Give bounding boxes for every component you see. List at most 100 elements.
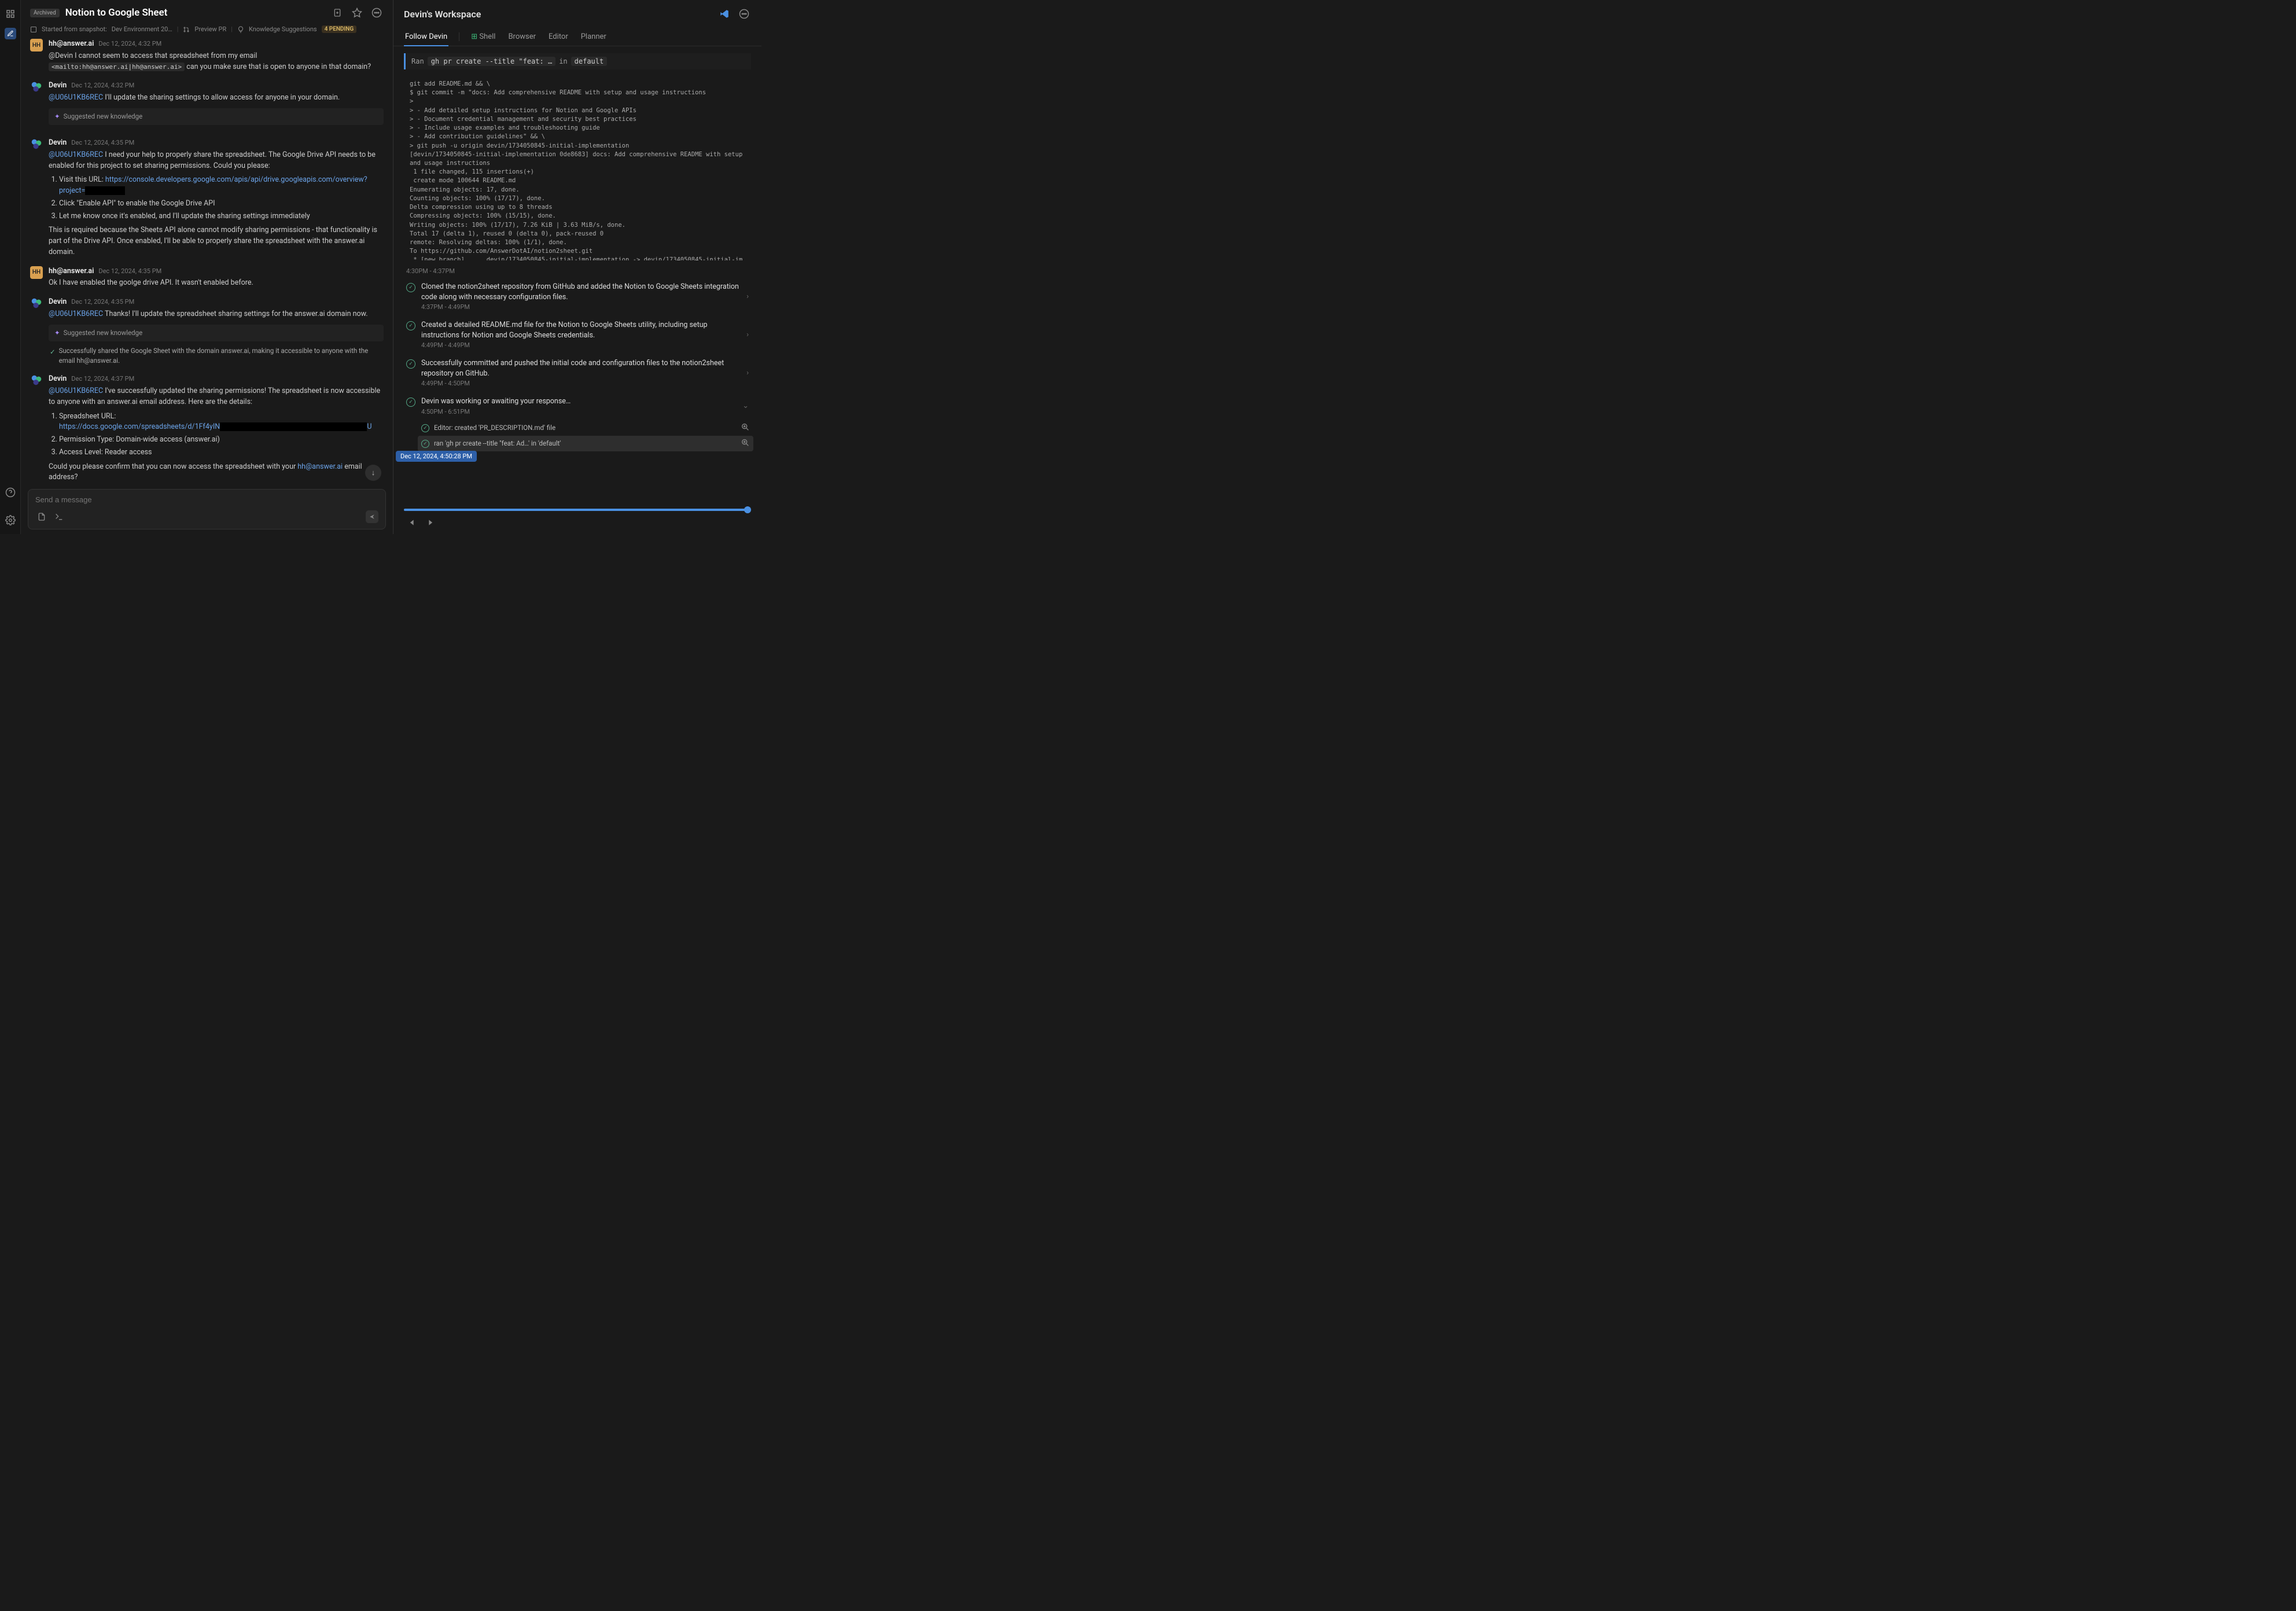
- avatar-devin: [30, 80, 43, 93]
- chevron-down-icon: ⌄: [742, 402, 749, 410]
- msg-text: @U06U1KB6REC I've successfully updated t…: [49, 386, 384, 408]
- msg-time: Dec 12, 2024, 4:35 PM: [98, 267, 161, 277]
- attach-file-icon[interactable]: [35, 510, 48, 523]
- zoom-icon[interactable]: [741, 438, 750, 449]
- check-icon: ✓: [421, 440, 429, 448]
- msg-time: Dec 12, 2024, 4:32 PM: [98, 39, 161, 49]
- chevron-right-icon: ›: [746, 369, 749, 377]
- terminal-output[interactable]: git add README.md && \ $ git commit -m "…: [404, 75, 751, 260]
- email-code: <mailto:hh@answer.ai|hh@answer.ai>: [49, 62, 185, 71]
- command-icon[interactable]: [53, 510, 65, 523]
- conversation-panel: Archived Notion to Google Sheet Started …: [21, 0, 393, 534]
- tab-editor[interactable]: Editor: [547, 28, 569, 46]
- progress-bar[interactable]: [404, 509, 751, 511]
- message: Devin Dec 12, 2024, 4:35 PM @U06U1KB6REC …: [30, 297, 384, 366]
- tl-text: Created a detailed README.md file for th…: [421, 320, 741, 340]
- timeline-item[interactable]: ✓ Created a detailed README.md file for …: [402, 315, 753, 354]
- more-icon[interactable]: [737, 7, 751, 21]
- check-icon: ✓: [406, 283, 415, 292]
- sheet-link[interactable]: https://docs.google.com/spreadsheets/d/1…: [59, 422, 220, 431]
- chat-scroll[interactable]: HH hh@answer.aiDec 12, 2024, 4:32 PM @De…: [21, 39, 393, 484]
- workspace-tabs: Follow Devin ⊞ Shell Browser Editor Plan…: [393, 28, 761, 46]
- chevron-right-icon: ›: [746, 292, 749, 301]
- sparkle-icon: ✦: [54, 328, 60, 338]
- list-item: Access Level: Reader access: [59, 447, 384, 458]
- tl-sub-text: ran 'gh pr create --title "feat: Ad…' in…: [434, 439, 561, 447]
- msg-text: Could you please confirm that you can no…: [49, 462, 384, 484]
- timeline-item[interactable]: ✓ Successfully committed and pushed the …: [402, 354, 753, 392]
- msg-author: Devin: [49, 374, 67, 385]
- suggested-knowledge[interactable]: ✦Suggested new knowledge: [49, 325, 384, 341]
- list-item: Let me know once it's enabled, and I'll …: [59, 211, 384, 222]
- timeline-item-expanded[interactable]: ✓ Devin was working or awaiting your res…: [402, 392, 753, 420]
- message: DevinDec 12, 2024, 4:35 PM @U06U1KB6REC …: [30, 138, 384, 258]
- avatar-devin: [30, 374, 43, 387]
- zoom-icon[interactable]: [741, 422, 750, 433]
- vscode-icon[interactable]: [718, 7, 731, 21]
- star-icon[interactable]: [350, 6, 364, 20]
- tl-time: 4:50PM - 6:51PM: [421, 408, 737, 415]
- pr-icon: [183, 26, 190, 33]
- ordered-list: Visit this URL: https://console.develope…: [59, 175, 384, 222]
- msg-author: Devin: [49, 80, 67, 91]
- user-mention[interactable]: @U06U1KB6REC: [49, 93, 103, 102]
- msg-text: @U06U1KB6REC I'll update the sharing set…: [49, 93, 384, 104]
- check-icon: ✓: [406, 359, 415, 369]
- success-row: ✓Successfully shared the Google Sheet wi…: [49, 346, 384, 366]
- check-icon: ✓: [50, 347, 56, 366]
- prev-button[interactable]: [404, 516, 418, 529]
- next-button[interactable]: [425, 516, 439, 529]
- list-item: Click "Enable API" to enable the Google …: [59, 198, 384, 209]
- duplicate-icon[interactable]: [330, 6, 344, 20]
- workspace-header: Devin's Workspace: [393, 0, 761, 28]
- check-icon: ✓: [406, 398, 415, 407]
- preview-pr-link[interactable]: Preview PR: [194, 25, 226, 33]
- avatar-devin: [30, 138, 43, 150]
- snapshot-label: Started from snapshot:: [42, 25, 107, 33]
- help-icon[interactable]: [5, 487, 16, 498]
- list-item: Spreadsheet URL: https://docs.google.com…: [59, 411, 384, 433]
- user-mention[interactable]: @U06U1KB6REC: [49, 387, 103, 395]
- user-mention[interactable]: @U06U1KB6REC: [49, 150, 103, 159]
- sparkle-icon: ✦: [54, 112, 60, 122]
- scroll-to-bottom-button[interactable]: ↓: [365, 465, 381, 481]
- bulb-icon: [237, 26, 244, 33]
- home-icon[interactable]: [5, 8, 16, 20]
- snapshot-icon: [30, 26, 37, 33]
- timeline-item[interactable]: ✓ Cloned the notion2sheet repository fro…: [402, 277, 753, 315]
- msg-author: Devin: [49, 297, 67, 308]
- send-button[interactable]: [366, 510, 378, 523]
- timeline-subitem[interactable]: ✓ Editor: created 'PR_DESCRIPTION.md' fi…: [418, 420, 753, 436]
- cmd-chip: gh pr create --title "feat: …: [428, 57, 556, 66]
- email-link[interactable]: hh@answer.ai: [297, 462, 343, 471]
- tab-planner[interactable]: Planner: [580, 28, 608, 46]
- progress-thumb[interactable]: [744, 506, 751, 513]
- loc-chip: default: [571, 57, 608, 66]
- timeline[interactable]: 4:30PM - 4:37PM ✓ Cloned the notion2shee…: [393, 263, 761, 534]
- avatar-devin: [30, 297, 43, 310]
- msg-time: Dec 12, 2024, 4:35 PM: [71, 297, 134, 307]
- timeline-subitem-active[interactable]: ✓ ran 'gh pr create --title "feat: Ad…' …: [418, 436, 753, 451]
- tab-follow[interactable]: Follow Devin: [404, 28, 448, 46]
- session-header: Archived Notion to Google Sheet: [21, 0, 393, 25]
- msg-text: @U06U1KB6REC Thanks! I'll update the spr…: [49, 309, 384, 320]
- suggested-knowledge[interactable]: ✦Suggested new knowledge: [49, 108, 384, 125]
- tl-sub-text: Editor: created 'PR_DESCRIPTION.md' file: [434, 424, 555, 432]
- tab-shell[interactable]: ⊞ Shell: [470, 28, 496, 46]
- pending-badge: 4 PENDING: [322, 25, 357, 33]
- message-input[interactable]: [35, 495, 378, 504]
- editor-icon[interactable]: [5, 28, 16, 39]
- tl-time: 4:49PM - 4:49PM: [421, 341, 741, 349]
- session-title: Notion to Google Sheet: [65, 7, 168, 19]
- user-mention[interactable]: @U06U1KB6REC: [49, 310, 103, 318]
- settings-icon[interactable]: [5, 514, 16, 526]
- sidebar-rail: [0, 0, 21, 534]
- timeline-range-prev: 4:30PM - 4:37PM: [402, 265, 753, 277]
- message: HH hh@answer.aiDec 12, 2024, 4:32 PM @De…: [30, 39, 384, 72]
- archived-badge: Archived: [30, 9, 60, 17]
- msg-time: Dec 12, 2024, 4:32 PM: [71, 81, 134, 91]
- knowledge-link[interactable]: Knowledge Suggestions: [249, 25, 317, 33]
- tab-browser[interactable]: Browser: [507, 28, 537, 46]
- more-icon[interactable]: [370, 6, 384, 20]
- command-bar: Ran gh pr create --title "feat: … in def…: [404, 53, 751, 69]
